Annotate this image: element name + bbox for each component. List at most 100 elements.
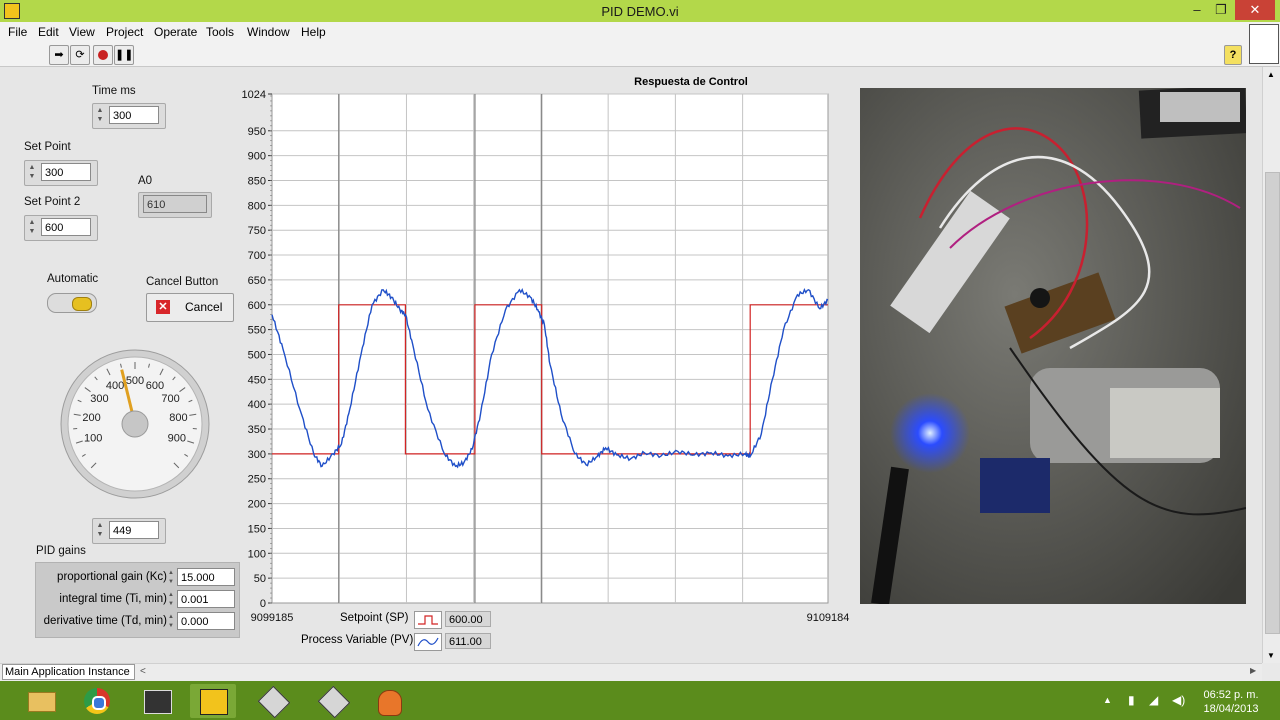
hand-tool-icon[interactable] <box>366 684 412 718</box>
gauge-tick-label: 900 <box>168 433 186 445</box>
td-label: derivative time (Td, min) <box>43 615 167 627</box>
ti-input[interactable]: 0.001 <box>177 590 235 608</box>
clock-date: 18/04/2013 <box>1203 703 1259 715</box>
menu-edit[interactable]: Edit <box>38 25 59 39</box>
gauge-readout: ▲ ▼ 449 <box>92 518 166 544</box>
battery-icon[interactable]: ▮ <box>1128 693 1135 707</box>
spinner-icon[interactable]: ▲ ▼ <box>27 163 37 181</box>
automatic-toggle[interactable] <box>47 293 97 313</box>
y-tick-label: 350 <box>248 424 266 436</box>
legend-pv-value: 611.00 <box>445 633 491 649</box>
labview-vi-icon[interactable] <box>190 684 236 718</box>
menu-project[interactable]: Project <box>106 25 143 39</box>
pid-row-ti: integral time (Ti, min) ▲ ▼ 0.001 <box>36 590 239 610</box>
window-title: PID DEMO.vi <box>601 4 679 19</box>
clock[interactable]: 06:52 p. m. 18/04/2013 <box>1196 688 1266 716</box>
scroll-right-icon[interactable]: ▶ <box>1250 666 1256 675</box>
y-tick-label: 500 <box>248 349 266 361</box>
tray-expand-icon[interactable]: ▲ <box>1103 695 1112 705</box>
chart-title: Respuesta de Control <box>634 76 748 88</box>
set-point-control[interactable]: ▲ ▼ 300 <box>24 160 98 186</box>
spinner-icon[interactable]: ▲ ▼ <box>167 613 175 631</box>
gauge-tick-label: 800 <box>169 412 187 424</box>
y-tick-label: 50 <box>254 573 266 585</box>
gauge-tick-label: 300 <box>90 393 108 405</box>
y-tick-label: 400 <box>248 399 266 411</box>
gauge-tick-label: 200 <box>82 412 100 424</box>
clock-time: 06:52 p. m. <box>1203 689 1259 701</box>
cancel-button[interactable]: ✕ Cancel <box>146 293 234 322</box>
y-tick-label: 850 <box>248 175 266 187</box>
pause-icon[interactable]: ❚❚ <box>114 45 134 65</box>
abort-icon[interactable] <box>93 45 113 65</box>
pid-gains-label: PID gains <box>36 545 86 557</box>
pv-legend-swatch-icon[interactable] <box>414 633 442 651</box>
horizontal-scrollbar[interactable]: < ▶ <box>0 663 1262 682</box>
spinner-icon[interactable]: ▲ ▼ <box>167 569 175 587</box>
menu-tools[interactable]: Tools <box>206 25 234 39</box>
menu-window[interactable]: Window <box>247 25 290 39</box>
x-tick-label: 9109184 <box>807 612 850 624</box>
labview-icon-2[interactable] <box>250 684 296 719</box>
camera-feed-image <box>860 88 1246 604</box>
menu-operate[interactable]: Operate <box>154 25 197 39</box>
explorer-icon[interactable] <box>18 684 64 718</box>
run-arrow-icon[interactable]: ➡ <box>49 45 69 65</box>
set-point-label: Set Point <box>24 141 71 153</box>
set-point-2-control[interactable]: ▲ ▼ 600 <box>24 215 98 241</box>
set-point-input[interactable]: 300 <box>41 163 91 181</box>
spinner-icon[interactable]: ▲ ▼ <box>95 106 105 124</box>
title-bar: PID DEMO.vi – ❐ ✕ <box>0 0 1280 22</box>
control-response-chart: Respuesta de Control 0 50 100 150 200 250 300 3… <box>242 76 850 624</box>
toolbar: ➡ ⟳ ❚❚ ? <box>0 24 1280 67</box>
application-instance-selector[interactable]: Main Application Instance <box>2 664 135 680</box>
labview-icon-3[interactable] <box>310 684 356 719</box>
pid-row-td: derivative time (Td, min) ▲ ▼ 0.000 <box>36 612 239 632</box>
set-point-2-input[interactable]: 600 <box>41 218 91 236</box>
volume-icon[interactable]: ◀) <box>1172 693 1185 707</box>
cancel-button-label: Cancel Button <box>146 276 219 288</box>
plot-area <box>271 93 829 604</box>
menu-help[interactable]: Help <box>301 25 326 39</box>
vi-icon <box>1249 24 1279 64</box>
taskbar: ▲ ▮ ◢ ◀) 06:52 p. m. 18/04/2013 <box>0 681 1280 720</box>
set-point-2-label: Set Point 2 <box>24 196 81 208</box>
y-tick-label: 900 <box>248 151 266 163</box>
labview-project-icon[interactable] <box>134 684 180 718</box>
a0-label: A0 <box>138 175 153 187</box>
menu-view[interactable]: View <box>69 25 95 39</box>
time-ms-input[interactable]: 300 <box>109 106 159 124</box>
context-help-icon[interactable]: ? <box>1224 45 1242 65</box>
kc-input[interactable]: 15.000 <box>177 568 235 586</box>
legend-pv-label: Process Variable (PV) <box>301 634 414 646</box>
legend-sp-label: Setpoint (SP) <box>340 612 409 624</box>
cancel-button-text: Cancel <box>185 300 223 314</box>
automatic-label: Automatic <box>47 273 99 285</box>
time-ms-control[interactable]: ▲ ▼ 300 <box>92 103 166 129</box>
a0-indicator: 610 <box>138 192 212 218</box>
network-icon[interactable]: ◢ <box>1149 693 1158 707</box>
scroll-down-icon[interactable]: ▼ <box>1267 651 1275 660</box>
y-tick-label: 1024 <box>242 89 266 101</box>
scroll-thumb[interactable] <box>1265 172 1280 634</box>
gauge-tick-label: 500 <box>126 375 144 387</box>
vertical-scrollbar[interactable]: ▲ ▼ <box>1262 67 1280 663</box>
scroll-up-icon[interactable]: ▲ <box>1267 70 1275 79</box>
close-button[interactable]: ✕ <box>1235 0 1275 20</box>
restore-button[interactable]: ❐ <box>1206 0 1236 20</box>
sp-legend-swatch-icon[interactable] <box>414 611 442 629</box>
x-tick-label: 9099185 <box>251 612 294 624</box>
pid-row-kc: proportional gain (Kc) ▲ ▼ 15.000 <box>36 568 239 588</box>
chrome-icon[interactable] <box>74 684 120 718</box>
run-continuously-icon[interactable]: ⟳ <box>70 45 90 65</box>
menu-file[interactable]: File <box>8 25 27 39</box>
gauge-tick-label: 100 <box>84 433 102 445</box>
spinner-icon[interactable]: ▲ ▼ <box>27 218 37 236</box>
ti-label: integral time (Ti, min) <box>59 593 167 605</box>
y-tick-label: 550 <box>248 325 266 337</box>
gauge-tick-label: 700 <box>161 393 179 405</box>
td-input[interactable]: 0.000 <box>177 612 235 630</box>
spinner-icon[interactable]: ▲ ▼ <box>167 591 175 609</box>
scroll-left-icon[interactable]: < <box>140 666 146 677</box>
time-ms-label: Time ms <box>92 85 136 97</box>
